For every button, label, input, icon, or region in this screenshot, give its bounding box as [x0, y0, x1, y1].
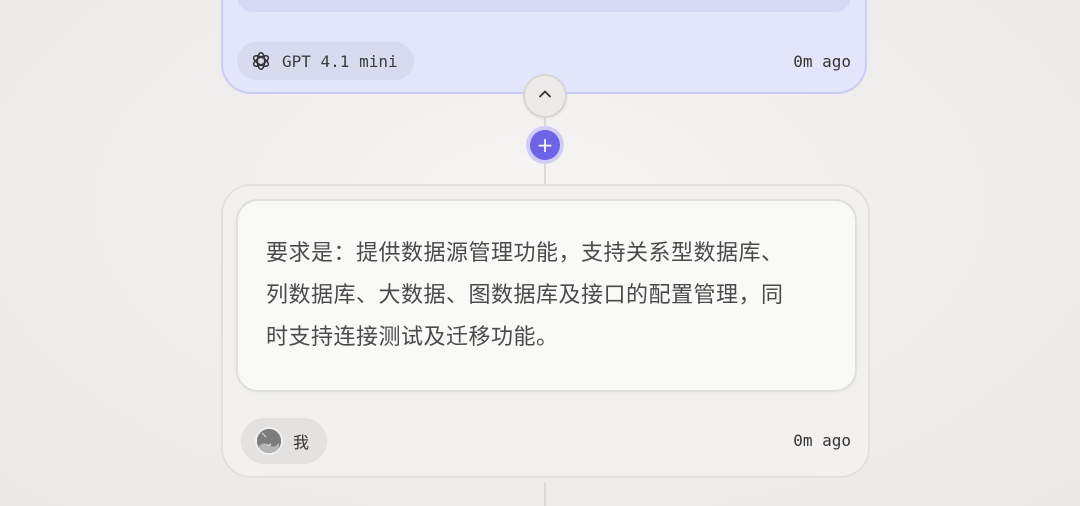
model-chip[interactable]: GPT 4.1 mini: [237, 42, 414, 80]
model-name: GPT 4.1 mini: [282, 51, 398, 71]
user-message-line: 时支持连接测试及迁移功能。: [266, 325, 559, 350]
user-message-bubble: 要求是：提供数据源管理功能，支持关系型数据库、 列数据库、大数据、图数据库及接口…: [236, 199, 857, 392]
user-message-card[interactable]: 要求是：提供数据源管理功能，支持关系型数据库、 列数据库、大数据、图数据库及接口…: [221, 184, 870, 478]
openai-logo-icon: [249, 49, 273, 73]
author-name: 我: [293, 433, 310, 452]
user-message-line: 要求是：提供数据源管理功能，支持关系型数据库、: [266, 241, 784, 266]
chevron-up-icon: [537, 86, 553, 106]
author-chip[interactable]: 我: [241, 418, 328, 464]
user-message-text: 要求是：提供数据源管理功能，支持关系型数据库、 列数据库、大数据、图数据库及接口…: [266, 233, 815, 359]
plus-icon: +: [536, 133, 554, 157]
user-message-line: 列数据库、大数据、图数据库及接口的配置管理，同: [266, 283, 784, 308]
ai-message-content: [237, 0, 851, 12]
thread-connector: [544, 164, 546, 184]
avatar-icon: [255, 427, 283, 455]
add-node-button[interactable]: +: [530, 130, 560, 160]
chat-canvas: GPT 4.1 mini 0m ago + 要求是：提供数据源管理功能，支持关系…: [0, 0, 1080, 506]
user-timestamp: 0m ago: [793, 431, 851, 450]
thread-connector: [544, 482, 546, 506]
collapse-button[interactable]: [523, 74, 567, 118]
ai-timestamp: 0m ago: [793, 52, 851, 71]
